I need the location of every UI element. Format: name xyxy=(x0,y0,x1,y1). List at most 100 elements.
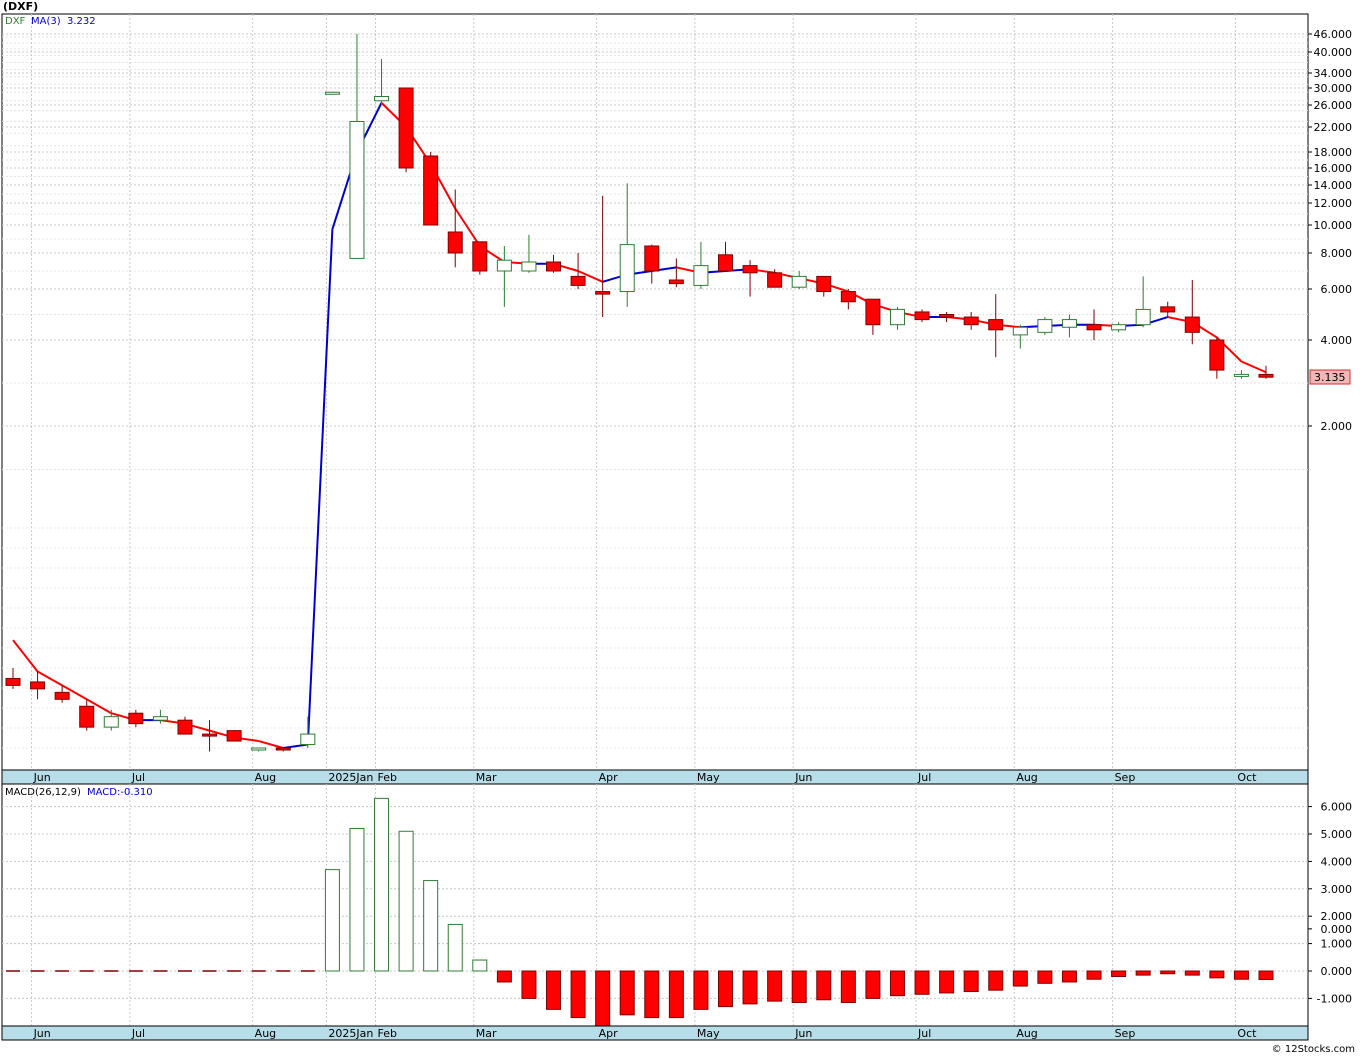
candle-body xyxy=(914,311,930,321)
candle-body xyxy=(693,265,709,286)
price-y-tick-label: 10.000 xyxy=(1314,219,1353,232)
candle-body xyxy=(1160,306,1176,313)
candle-body xyxy=(570,275,586,286)
macd-bar xyxy=(1209,970,1225,979)
candle-body xyxy=(1012,326,1028,336)
macd-bar xyxy=(1135,970,1151,976)
candle xyxy=(1037,317,1053,335)
ma-legend-value: 3.232 xyxy=(67,16,96,27)
macd-x-month-label: Jul xyxy=(131,1027,145,1040)
macd-x-month-label: Jun xyxy=(794,1027,812,1040)
price-y-tick-label: 16.000 xyxy=(1314,162,1353,175)
macd-x-month-label: Oct xyxy=(1237,1027,1257,1040)
candle xyxy=(472,241,488,275)
candle-body xyxy=(472,241,488,272)
macd-bar xyxy=(717,970,733,1008)
candle-body xyxy=(889,308,905,326)
macd-bar xyxy=(816,970,832,1001)
macd-bar xyxy=(1037,970,1053,984)
candle-body xyxy=(447,231,463,254)
macd-y-tick-label: 4.000 xyxy=(1321,855,1353,868)
macd-y-tick-label: 2.000 xyxy=(1321,910,1353,923)
price-y-tick-label: 12.000 xyxy=(1314,197,1353,210)
macd-bar xyxy=(1233,970,1249,980)
macd-x-axis-bar xyxy=(1,1025,1309,1041)
candle-body xyxy=(128,712,144,725)
macd-bar xyxy=(349,828,365,972)
price-y-tick-label: 26.000 xyxy=(1314,99,1353,112)
ma-legend-label: MA(3) xyxy=(31,16,61,27)
macd-bar xyxy=(791,970,807,1004)
price-y-tick-label: 2.000 xyxy=(1321,420,1353,433)
candle-body xyxy=(1233,373,1249,377)
macd-bar xyxy=(423,880,439,972)
candle-body xyxy=(668,279,684,285)
macd-x-month-label: Sep xyxy=(1115,1027,1136,1040)
macd-bar xyxy=(939,970,955,994)
macd-x-month-label: May xyxy=(697,1027,720,1040)
candle-body xyxy=(79,705,95,728)
candle-body xyxy=(103,716,119,728)
price-y-tick-label: 40.000 xyxy=(1314,46,1353,59)
macd-y-tick-label: 0.000 xyxy=(1321,965,1353,978)
candle-body xyxy=(1111,324,1127,331)
macd-bar xyxy=(1160,970,1176,975)
macd-bar xyxy=(447,923,463,972)
candle-body xyxy=(300,733,316,746)
candle-body xyxy=(1037,319,1053,333)
macd-bar xyxy=(1111,970,1127,977)
candle-body xyxy=(496,259,512,272)
candle-body xyxy=(1184,316,1200,333)
candle-body xyxy=(423,155,439,226)
price-y-tick-label: 8.000 xyxy=(1321,247,1353,260)
macd-x-month-label: Aug xyxy=(255,1027,276,1040)
macd-bar xyxy=(668,970,684,1019)
macd-x-month-label: 2025Jan xyxy=(328,1027,373,1040)
macd-x-month-label: Apr xyxy=(599,1027,619,1040)
macd-y-tick-label: 3.000 xyxy=(1321,883,1353,896)
macd-bar xyxy=(1184,970,1200,976)
candle-body xyxy=(595,291,611,295)
price-y-tick-label: 30.000 xyxy=(1314,82,1353,95)
macd-bar xyxy=(472,959,488,972)
candle-body xyxy=(1209,339,1225,371)
candle-body xyxy=(54,691,70,700)
candle-body xyxy=(865,298,881,326)
macd-x-month-label: Mar xyxy=(476,1027,497,1040)
price-x-month-label: Jun xyxy=(33,771,51,784)
candle xyxy=(398,87,414,173)
macd-bar xyxy=(374,797,390,972)
macd-bar xyxy=(546,970,562,1010)
candle-body xyxy=(30,681,46,690)
footer-credit: © 12Stocks.com xyxy=(1272,1044,1355,1055)
chart-symbol-title: (DXF) xyxy=(3,0,38,13)
candle-body xyxy=(619,244,635,293)
price-y-tick-label: 14.000 xyxy=(1314,179,1353,192)
macd-bar xyxy=(840,970,856,1004)
macd-y-tick-label: 5.000 xyxy=(1321,828,1353,841)
macd-y-tick-label: 6.000 xyxy=(1321,801,1353,814)
macd-bar xyxy=(865,970,881,999)
candle-body xyxy=(152,716,168,721)
candle-body xyxy=(5,677,21,686)
price-x-month-label: Feb xyxy=(378,771,397,784)
macd-y-tick-label: -1.000 xyxy=(1317,992,1352,1005)
macd-bar xyxy=(693,970,709,1010)
candle-body xyxy=(374,96,390,102)
macd-x-month-label: Feb xyxy=(378,1027,397,1040)
candle-body xyxy=(1061,319,1077,328)
macd-y-tick-label: 1.000 xyxy=(1321,938,1353,951)
price-x-month-label: Jun xyxy=(794,771,812,784)
candle-body xyxy=(963,316,979,326)
macd-bar xyxy=(767,970,783,1002)
candle-body xyxy=(988,319,1004,331)
price-x-month-label: Mar xyxy=(476,771,497,784)
macd-panel: 6.000 5.000 4.000 3.000 2.000 1.000 0.000 -1.00… xyxy=(1,783,1353,1041)
candle-body xyxy=(767,272,783,288)
macd-bar xyxy=(742,970,758,1005)
price-y-tick-label: 22.000 xyxy=(1314,121,1353,134)
price-x-month-label: Aug xyxy=(1016,771,1037,784)
price-x-month-label: Jul xyxy=(917,771,931,784)
candle-body xyxy=(840,291,856,303)
macd-legend-value: MACD:-0.310 xyxy=(87,787,153,798)
